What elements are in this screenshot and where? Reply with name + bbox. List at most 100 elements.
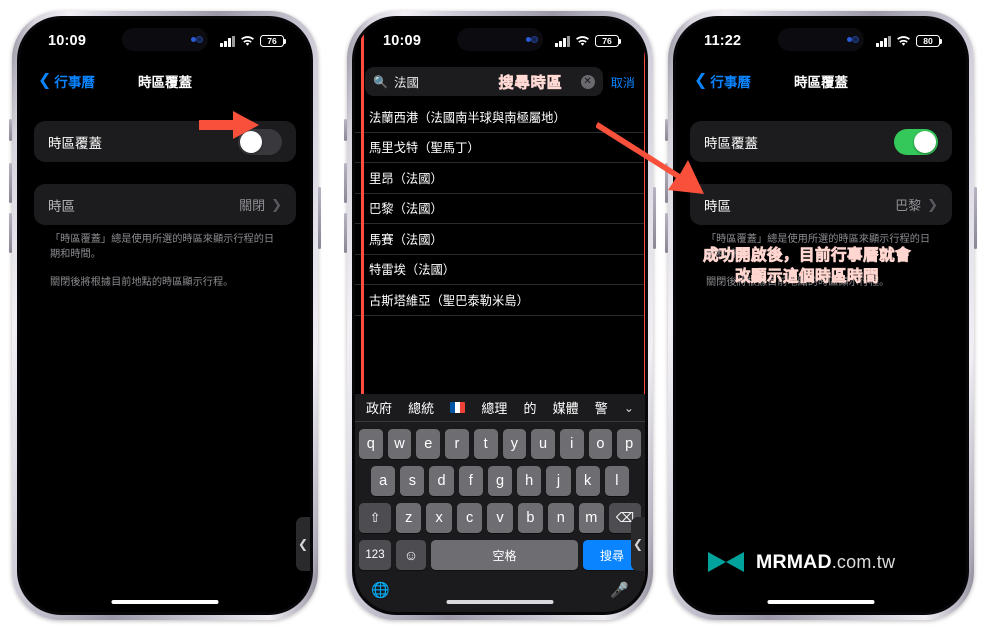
key-d[interactable]: d <box>429 466 454 496</box>
suggestion-item[interactable]: 總理 <box>481 398 507 417</box>
annotation-search-label: 搜尋時區 <box>498 74 563 92</box>
key-j[interactable]: j <box>546 466 571 496</box>
keyboard-row-3: ⇧ z x c v b n m ⌫ <box>355 503 645 533</box>
key-e[interactable]: e <box>416 429 441 459</box>
key-g[interactable]: g <box>487 466 513 496</box>
key-v[interactable]: v <box>487 503 513 533</box>
flag-france-icon[interactable] <box>450 402 466 413</box>
suggestion-item[interactable]: 的 <box>523 398 536 417</box>
key-h[interactable]: h <box>517 466 542 496</box>
key-u[interactable]: u <box>531 429 555 459</box>
home-indicator[interactable] <box>111 599 219 604</box>
search-input-value: 法國 <box>393 76 419 90</box>
annotation-note-3: 成功開啟後，目前行事曆就會 改顯示這個時區時間 <box>676 246 938 288</box>
screenshot-canvas: 10:09 76 ❮ 行事曆 時區覆蓋 時區覆蓋 時區 關閉 ❯ 「時區覆蓋」總… <box>0 0 1000 629</box>
key-m[interactable]: m <box>578 503 604 533</box>
timezone-override-group: 時區覆蓋 <box>690 121 952 162</box>
row-timezone-override[interactable]: 時區覆蓋 <box>690 121 952 162</box>
brand-name: MRMAD.com.tw <box>756 551 895 574</box>
microphone-icon[interactable]: 🎤 <box>610 581 629 599</box>
key-b[interactable]: b <box>517 503 544 533</box>
battery-level: 76 <box>602 35 612 46</box>
suggestion-item[interactable]: 總統 <box>408 398 434 417</box>
cancel-button[interactable]: 取消 <box>611 73 635 91</box>
back-button-calendar[interactable]: ❮ 行事曆 <box>694 71 751 91</box>
status-bar-2: 10:09 76 <box>355 19 645 63</box>
home-indicator[interactable] <box>446 599 554 604</box>
search-input[interactable]: 🔍 法國 ✕ 搜尋時區 <box>365 67 603 96</box>
key-n[interactable]: n <box>548 503 574 533</box>
numbers-key[interactable]: 123 <box>359 540 391 570</box>
suggestion-item[interactable]: 警 <box>595 398 608 417</box>
emoji-icon[interactable]: ☺ <box>396 540 426 570</box>
key-l[interactable]: l <box>604 466 629 496</box>
volume-down-button[interactable] <box>344 213 347 253</box>
back-button-calendar[interactable]: ❮ 行事曆 <box>38 71 95 91</box>
key-w[interactable]: w <box>387 429 412 459</box>
clear-circle-icon[interactable]: ✕ <box>580 74 595 89</box>
silent-switch[interactable] <box>9 119 12 141</box>
volume-down-button[interactable] <box>665 213 668 253</box>
brand-suffix: .com.tw <box>831 551 896 572</box>
annotation-line-2: 改顯示這個時區時間 <box>734 267 879 286</box>
key-k[interactable]: k <box>575 466 600 496</box>
phone-screen-2: 10:09 76 🔍 法國 ✕ 搜尋時區 取消 法蘭西港（法國南半球與南極屬地）… <box>355 19 645 612</box>
key-p[interactable]: p <box>617 429 642 459</box>
chevron-left-icon: ❮ <box>297 537 309 551</box>
chevron-down-icon[interactable]: ⌄ <box>624 401 634 415</box>
power-button[interactable] <box>318 187 321 249</box>
status-time: 10:09 <box>48 33 87 49</box>
phone-bezel-2: 10:09 76 🔍 法國 ✕ 搜尋時區 取消 法蘭西港（法國南半球與南極屬地）… <box>352 16 648 615</box>
back-button-label: 行事曆 <box>710 75 751 90</box>
back-swipe-affordance[interactable]: ❮ <box>296 517 310 571</box>
key-x[interactable]: x <box>426 503 452 533</box>
key-a[interactable]: a <box>371 466 396 496</box>
search-icon: 🔍 <box>373 74 388 89</box>
shift-icon[interactable]: ⇧ <box>359 503 392 533</box>
status-bar-3: 11:22 80 <box>676 19 966 63</box>
volume-up-button[interactable] <box>9 163 12 203</box>
key-y[interactable]: y <box>502 429 527 459</box>
list-item[interactable]: 古斯塔維亞（聖巴泰勒米島） <box>355 285 645 316</box>
list-item[interactable]: 馬賽（法國） <box>355 224 645 255</box>
key-f[interactable]: f <box>458 466 483 496</box>
phone-screen-3: 11:22 80 ❮ 行事曆 時區覆蓋 時區覆蓋 時區 巴黎 ❯ 「時區覆蓋」總… <box>676 19 966 612</box>
suggestion-item[interactable]: 媒體 <box>553 398 579 417</box>
silent-switch[interactable] <box>344 119 347 141</box>
space-key[interactable]: 空格 <box>431 540 578 570</box>
key-i[interactable]: i <box>559 429 584 459</box>
volume-up-button[interactable] <box>344 163 347 203</box>
front-camera-icon <box>531 36 538 43</box>
toggle-knob <box>914 130 936 153</box>
cellular-bars-icon <box>876 35 891 47</box>
suggestion-item[interactable]: 政府 <box>366 398 392 417</box>
row-timezone[interactable]: 時區 關閉 ❯ <box>34 184 296 225</box>
status-icons: 76 <box>555 34 622 48</box>
key-r[interactable]: r <box>445 429 469 459</box>
volume-down-button[interactable] <box>9 213 12 253</box>
annotation-arrow-timezone <box>596 122 704 194</box>
back-swipe-affordance[interactable]: ❮ <box>631 517 645 571</box>
key-z[interactable]: z <box>396 503 422 533</box>
row-label: 時區覆蓋 <box>48 135 102 151</box>
key-s[interactable]: s <box>400 466 425 496</box>
dynamic-island <box>778 28 864 51</box>
key-q[interactable]: q <box>358 429 383 459</box>
timezone-select-group: 時區 關閉 ❯ <box>34 184 296 225</box>
row-timezone[interactable]: 時區 巴黎 ❯ <box>690 184 952 225</box>
key-t[interactable]: t <box>473 429 498 459</box>
power-button[interactable] <box>974 187 977 249</box>
list-item[interactable]: 特雷埃（法國） <box>355 255 645 285</box>
status-time: 10:09 <box>383 33 422 49</box>
chevron-right-icon: ❯ <box>927 196 938 212</box>
phone-mockup-1: 10:09 76 ❮ 行事曆 時區覆蓋 時區覆蓋 時區 關閉 ❯ 「時區覆蓋」總… <box>9 11 321 620</box>
timezone-value-text: 關閉 <box>239 198 266 213</box>
settings-list-1: 時區覆蓋 時區 關閉 ❯ 「時區覆蓋」總是使用所選的時區來顯示行程的日期和時間。… <box>20 121 310 290</box>
annotation-arrow-toggle <box>199 111 259 139</box>
timezone-override-toggle[interactable] <box>894 128 938 155</box>
home-indicator[interactable] <box>767 599 875 604</box>
key-o[interactable]: o <box>588 429 613 459</box>
mrmad-bowtie-logo <box>708 552 744 572</box>
globe-icon[interactable]: 🌐 <box>371 581 390 599</box>
key-c[interactable]: c <box>456 503 483 533</box>
